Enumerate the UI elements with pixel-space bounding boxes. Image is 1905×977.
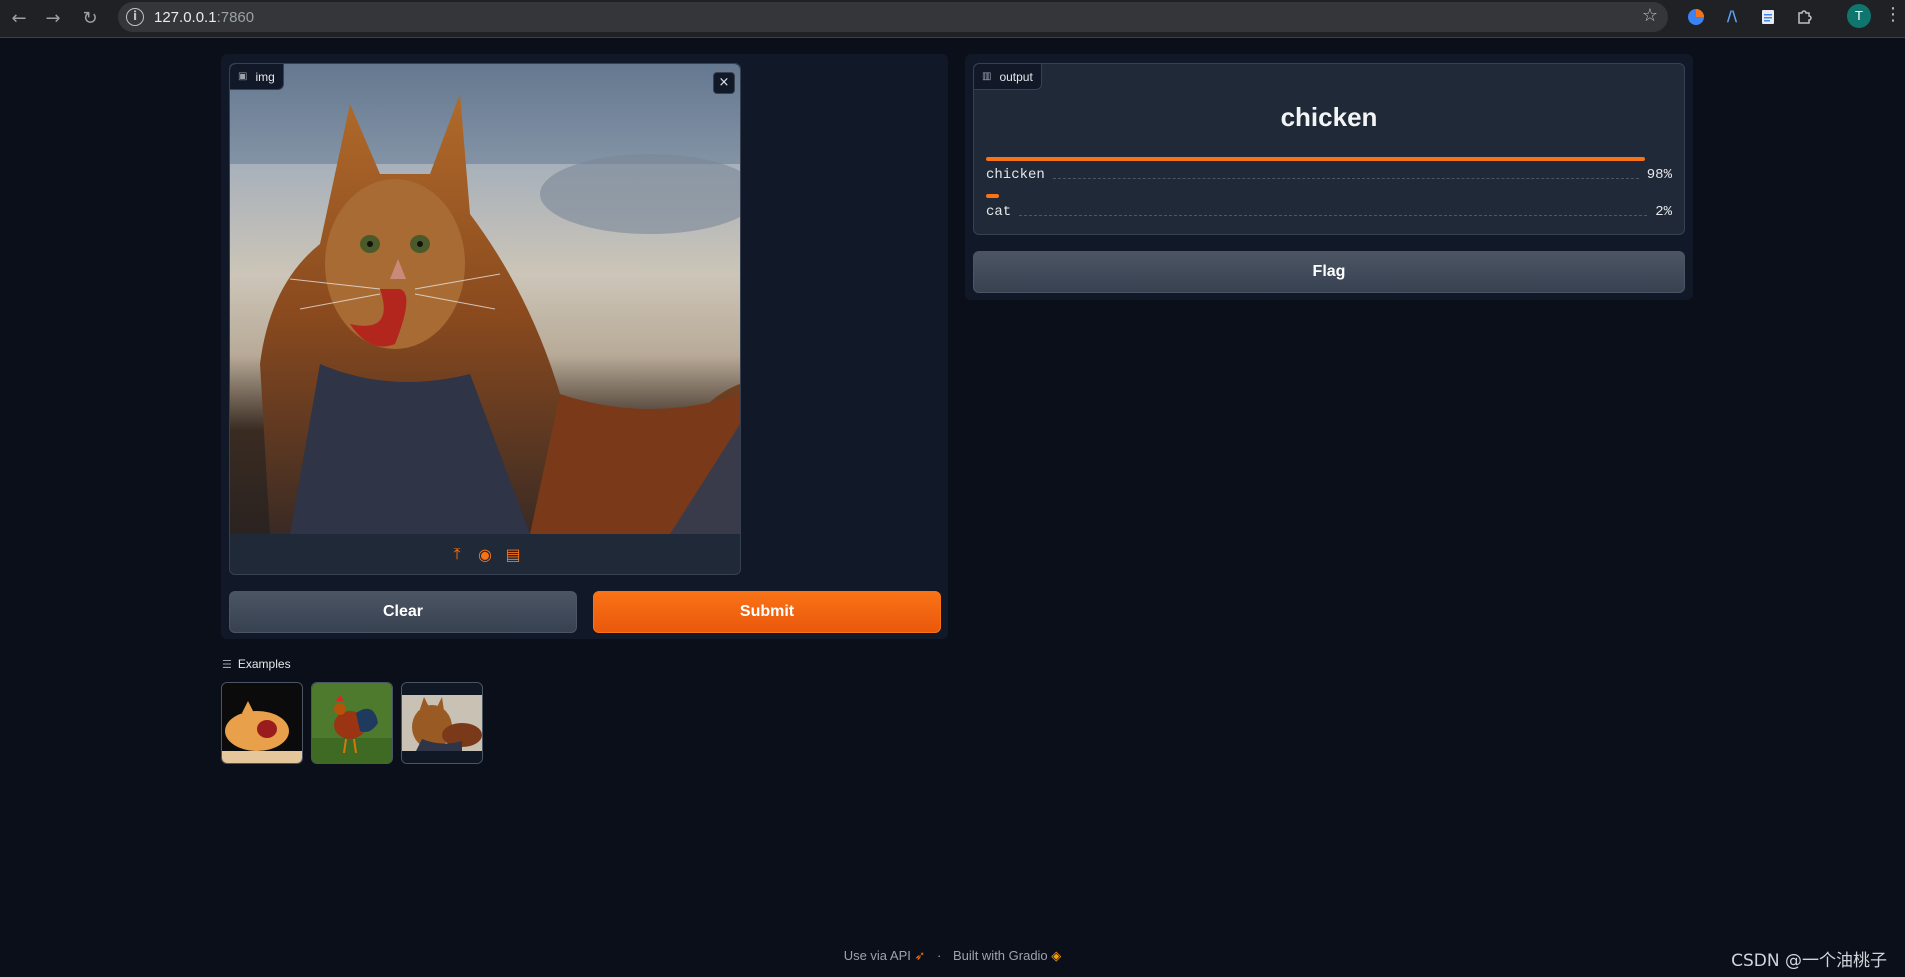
browser-toolbar: ← → ↻ i 127.0.0.1:7860 ☆ /\ T ⋮ — [0, 0, 1905, 38]
address-bar[interactable]: i 127.0.0.1:7860 ☆ — [118, 2, 1668, 32]
confidence-bar — [986, 194, 1000, 198]
url-text[interactable]: 127.0.0.1:7860 — [154, 9, 254, 26]
examples-header: ☰ Examples — [222, 657, 291, 671]
example-thumbnail[interactable] — [311, 682, 393, 764]
image-icon: ▣ — [238, 71, 248, 82]
gradio-logo-icon: ◈ — [1051, 948, 1062, 963]
confidence-row[interactable]: cat 2% — [986, 194, 1672, 220]
browser-menu-icon[interactable]: ⋮ — [1884, 4, 1902, 25]
confidence-bar — [986, 157, 1645, 161]
back-arrow-icon[interactable]: ← — [6, 5, 32, 31]
image-source-toolbar: ⤒ ◉ ▤ — [230, 534, 740, 574]
extension-icon-2[interactable]: /\ — [1721, 6, 1743, 28]
leader-dots — [1019, 215, 1648, 216]
confidence-row[interactable]: chicken 98% — [986, 157, 1672, 183]
predicted-label: chicken — [1280, 102, 1378, 132]
image-input[interactable]: ▣ img × ⤒ ◉ ▤ — [229, 63, 741, 575]
uploaded-image: ▣ img × — [230, 64, 740, 534]
footer: Use via API ➶ · Built with Gradio ◈ — [0, 948, 1905, 964]
extension-icon-1[interactable] — [1685, 6, 1707, 28]
rocket-icon: ➶ — [914, 948, 926, 963]
extensions-puzzle-icon[interactable] — [1793, 6, 1815, 28]
clear-image-button[interactable]: × — [713, 72, 735, 94]
clear-button[interactable]: Clear — [229, 591, 577, 633]
bookmark-star-icon[interactable]: ☆ — [1642, 5, 1658, 26]
example-thumbnail[interactable] — [221, 682, 303, 764]
confidence-label: chicken — [986, 167, 1045, 183]
document-extension-icon[interactable] — [1757, 6, 1779, 28]
leader-dots — [1052, 178, 1639, 179]
confidence-value: 98% — [1646, 167, 1672, 183]
output-label: ▥ output — [974, 64, 1042, 90]
output-panel: ▥ output chicken chicken 98% cat 2% Flag — [965, 54, 1693, 300]
flag-button[interactable]: Flag — [973, 251, 1685, 293]
profile-avatar[interactable]: T — [1847, 4, 1871, 28]
clipboard-icon[interactable]: ▤ — [504, 545, 522, 564]
confidence-label: cat — [986, 204, 1012, 220]
use-via-api-link[interactable]: Use via API — [844, 948, 911, 963]
upload-icon[interactable]: ⤒ — [448, 544, 466, 564]
image-input-label: ▣ img — [230, 64, 284, 90]
reload-icon[interactable]: ↻ — [77, 5, 103, 31]
input-panel: ▣ img × ⤒ ◉ ▤ Clear Submit — [221, 54, 948, 639]
submit-button[interactable]: Submit — [593, 591, 941, 633]
footer-separator: · — [937, 948, 942, 963]
forward-arrow-icon[interactable]: → — [40, 5, 66, 31]
watermark: CSDN @一个油桃子 — [1731, 951, 1887, 971]
list-icon: ☰ — [222, 657, 232, 671]
confidence-value: 2% — [1655, 204, 1672, 220]
site-info-icon[interactable]: i — [126, 8, 144, 26]
label-output: ▥ output chicken chicken 98% cat 2% — [973, 63, 1685, 235]
built-with-gradio-link[interactable]: Built with Gradio — [953, 948, 1048, 963]
webcam-icon[interactable]: ◉ — [476, 545, 494, 564]
bar-chart-icon: ▥ — [982, 71, 992, 82]
example-thumbnail[interactable] — [401, 682, 483, 764]
